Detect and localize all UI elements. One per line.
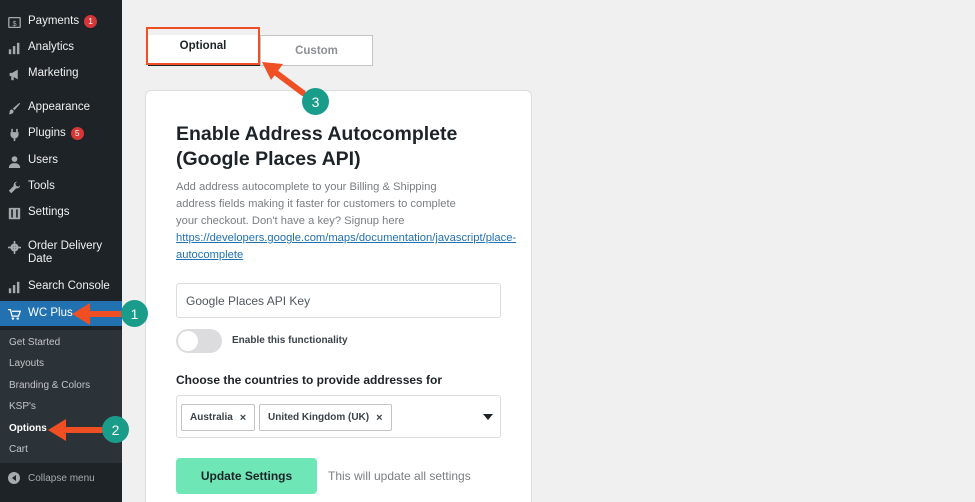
sidebar-item-label: Search Console bbox=[28, 280, 110, 292]
submenu-item-branding-colors[interactable]: Branding & Colors bbox=[9, 380, 90, 391]
update-count-badge: 1 bbox=[84, 15, 98, 28]
cart-icon bbox=[7, 307, 21, 321]
sidebar-item-search-console[interactable]: Search Console bbox=[0, 280, 122, 294]
svg-text:$: $ bbox=[12, 18, 16, 27]
sidebar-item-label: Payments bbox=[28, 15, 80, 27]
tab-optional[interactable]: Optional bbox=[146, 27, 260, 65]
google-docs-link[interactable]: https://developers.google.com/maps/docum… bbox=[176, 230, 516, 247]
sidebar-item-label: Settings bbox=[28, 206, 70, 218]
settings-icon bbox=[7, 206, 21, 220]
submenu-item-get-started[interactable]: Get Started bbox=[9, 337, 60, 348]
users-icon bbox=[7, 154, 21, 168]
google-docs-link-continued[interactable]: autocomplete bbox=[176, 247, 243, 264]
gear-icon bbox=[7, 240, 21, 254]
submenu-item-options[interactable]: Options bbox=[9, 423, 47, 434]
sidebar-item-label: Plugins bbox=[28, 127, 66, 139]
sidebar-item-appearance[interactable]: Appearance bbox=[0, 101, 122, 115]
step-3-badge: 3 bbox=[302, 88, 329, 115]
sidebar-item-settings[interactable]: Settings bbox=[0, 206, 122, 220]
collapse-menu-button[interactable]: Collapse menu bbox=[0, 472, 122, 484]
remove-chip-icon[interactable]: × bbox=[376, 412, 382, 424]
card-title: Enable Address Autocomplete (Google Place… bbox=[176, 123, 458, 170]
toggle-knob bbox=[178, 331, 198, 351]
collapse-icon bbox=[8, 472, 20, 484]
collapse-menu-label: Collapse menu bbox=[28, 472, 95, 484]
bar-chart-icon bbox=[7, 280, 21, 294]
tab-custom[interactable]: Custom bbox=[260, 35, 373, 66]
toggle-label: Enable this functionality bbox=[232, 335, 348, 346]
update-count-badge: 5 bbox=[70, 127, 84, 140]
payments-icon: $ bbox=[7, 15, 21, 29]
submenu-item-cart[interactable]: Cart bbox=[9, 444, 28, 455]
step-1-badge: 1 bbox=[121, 300, 148, 327]
sidebar-item-payments[interactable]: $ Payments 1 bbox=[0, 15, 122, 29]
analytics-icon bbox=[7, 41, 21, 55]
sidebar-item-marketing[interactable]: Marketing bbox=[0, 67, 122, 81]
sidebar-item-users[interactable]: Users bbox=[0, 154, 122, 168]
wrench-icon bbox=[7, 180, 21, 194]
sidebar-item-order-delivery-date[interactable]: Order Delivery Date bbox=[0, 240, 122, 266]
submenu-item-layouts[interactable]: Layouts bbox=[9, 358, 44, 369]
update-settings-note: This will update all settings bbox=[328, 469, 471, 483]
sidebar-item-tools[interactable]: Tools bbox=[0, 180, 122, 194]
countries-label: Choose the countries to provide addresse… bbox=[176, 373, 443, 387]
countries-select[interactable]: Australia × United Kingdom (UK) × bbox=[176, 395, 501, 438]
update-settings-button[interactable]: Update Settings bbox=[176, 458, 317, 494]
plugin-icon bbox=[7, 127, 21, 141]
sidebar-item-wc-plus[interactable]: WC Plus bbox=[0, 307, 122, 321]
card-description: Add address autocomplete to your Billing… bbox=[176, 181, 456, 227]
submenu-item-ksps[interactable]: KSP's bbox=[9, 401, 36, 412]
sidebar-item-label: Marketing bbox=[28, 67, 79, 79]
sidebar-item-analytics[interactable]: Analytics bbox=[0, 41, 122, 55]
sidebar-item-label: Users bbox=[28, 154, 59, 166]
sidebar-item-label: Analytics bbox=[28, 41, 75, 53]
brush-icon bbox=[7, 101, 21, 115]
remove-chip-icon[interactable]: × bbox=[240, 412, 246, 424]
google-places-api-key-input[interactable]: Google Places API Key bbox=[176, 283, 501, 318]
sidebar-item-label: Tools bbox=[28, 180, 55, 192]
sidebar-item-plugins[interactable]: Plugins 5 bbox=[0, 127, 122, 141]
sidebar-item-label: Appearance bbox=[28, 101, 91, 113]
step-2-badge: 2 bbox=[102, 416, 129, 443]
country-chip-united-kingdom: United Kingdom (UK) × bbox=[259, 404, 392, 431]
country-chip-australia: Australia × bbox=[181, 404, 256, 431]
sidebar-item-label: WC Plus bbox=[28, 307, 73, 319]
megaphone-icon bbox=[7, 67, 21, 81]
sidebar-item-label: Order Delivery Date bbox=[28, 240, 103, 265]
enable-functionality-toggle[interactable] bbox=[176, 329, 222, 353]
chevron-down-icon[interactable] bbox=[483, 414, 493, 420]
